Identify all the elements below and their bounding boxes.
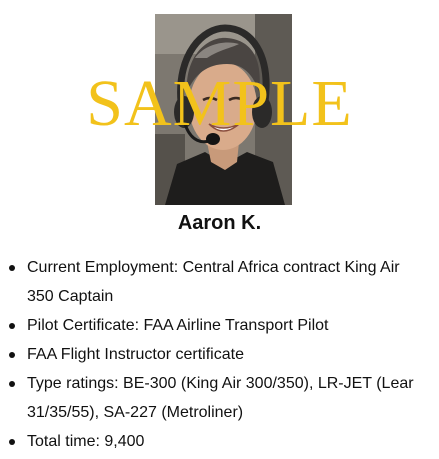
pilot-photo [155, 14, 292, 205]
list-item: Current Employment: Central Africa contr… [9, 253, 420, 311]
pilot-facts-list: Current Employment: Central Africa contr… [0, 253, 420, 456]
list-item: FAA Flight Instructor certificate [9, 340, 420, 369]
pilot-photo-image [155, 14, 292, 205]
pilot-name: Aaron K. [177, 212, 262, 234]
list-item: Total time: 9,400 [9, 427, 420, 456]
list-item: Type ratings: BE-300 (King Air 300/350),… [9, 369, 420, 427]
list-item: Pilot Certificate: FAA Airline Transport… [9, 311, 420, 340]
